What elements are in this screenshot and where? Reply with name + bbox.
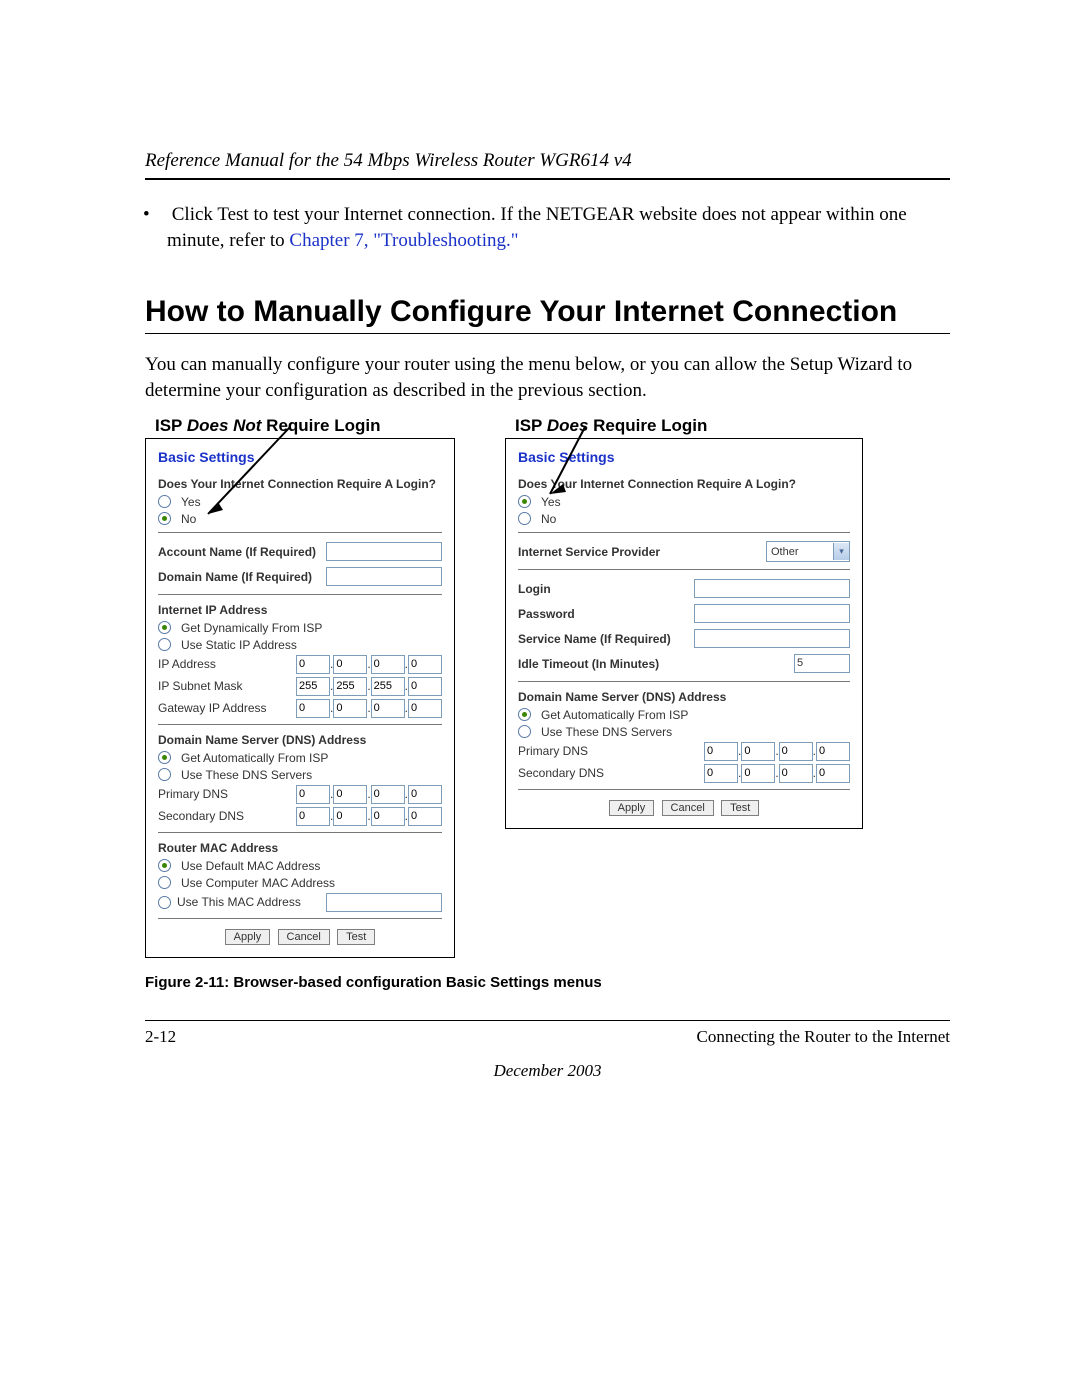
radio-yes[interactable] xyxy=(158,495,171,508)
chevron-down-icon: ▾ xyxy=(833,543,849,560)
radio-no-right-label: No xyxy=(537,512,850,526)
primary-dns-right-field[interactable]: 0.0.0.0 xyxy=(704,742,850,761)
secondary-dns-left-field[interactable]: 0.0.0.0 xyxy=(296,807,442,826)
radio-auto-dns-right-label: Get Automatically From ISP xyxy=(537,708,850,722)
gateway-label: Gateway IP Address xyxy=(158,701,296,715)
mac-address-input[interactable] xyxy=(326,893,442,912)
radio-mac-computer[interactable] xyxy=(158,876,171,889)
radio-auto-dns-left[interactable] xyxy=(158,751,171,764)
radio-yes-right-label: Yes xyxy=(537,495,850,509)
primary-dns-right-label: Primary DNS xyxy=(518,744,704,758)
domain-name-input[interactable] xyxy=(326,567,442,586)
isp-select[interactable]: Other▾ xyxy=(766,541,850,562)
radio-auto-dns-right[interactable] xyxy=(518,708,531,721)
test-button-left[interactable]: Test xyxy=(337,929,375,945)
gateway-field[interactable]: 0.0.0.0 xyxy=(296,699,442,718)
radio-no-label: No xyxy=(177,512,442,526)
radio-use-dns-right-label: Use These DNS Servers xyxy=(537,725,850,739)
section-rule xyxy=(145,333,950,334)
footer-date: December 2003 xyxy=(145,1061,950,1081)
radio-static-ip[interactable] xyxy=(158,638,171,651)
secondary-dns-right-field[interactable]: 0.0.0.0 xyxy=(704,764,850,783)
apply-button-right[interactable]: Apply xyxy=(609,800,655,816)
radio-use-dns-left[interactable] xyxy=(158,768,171,781)
secondary-dns-right-label: Secondary DNS xyxy=(518,766,704,780)
radio-yes-right[interactable] xyxy=(518,495,531,508)
idle-label: Idle Timeout (In Minutes) xyxy=(518,657,794,671)
radio-use-dns-left-label: Use These DNS Servers xyxy=(177,768,442,782)
panel-no-login: Basic Settings Does Your Internet Connec… xyxy=(145,438,455,958)
password-label: Password xyxy=(518,607,694,621)
intro-paragraph: You can manually configure your router u… xyxy=(145,352,950,403)
account-name-input[interactable] xyxy=(326,542,442,561)
apply-button-left[interactable]: Apply xyxy=(225,929,271,945)
isp-label: Internet Service Provider xyxy=(518,545,766,559)
section-heading: How to Manually Configure Your Internet … xyxy=(145,295,950,329)
right-column-label: ISP Does Require Login xyxy=(515,416,875,436)
radio-no-right[interactable] xyxy=(518,512,531,525)
radio-dyn-isp-label: Get Dynamically From ISP xyxy=(177,621,442,635)
panel-with-login: Basic Settings Does Your Internet Connec… xyxy=(505,438,863,829)
dns-heading-right: Domain Name Server (DNS) Address xyxy=(518,690,850,704)
left-column-label: ISP Does Not Require Login xyxy=(155,416,465,436)
radio-mac-default-label: Use Default MAC Address xyxy=(177,859,442,873)
domain-name-label: Domain Name (If Required) xyxy=(158,570,326,584)
mac-heading: Router MAC Address xyxy=(158,841,442,855)
account-name-label: Account Name (If Required) xyxy=(158,545,326,559)
radio-mac-this-label: Use This MAC Address xyxy=(171,895,326,909)
bullet-text-pre: Click Test to test your Internet connect… xyxy=(167,204,907,251)
subnet-field[interactable]: 255.255.255.0 xyxy=(296,677,442,696)
cross-reference-link[interactable]: Chapter 7, "Troubleshooting." xyxy=(289,230,518,251)
login-question-right: Does Your Internet Connection Require A … xyxy=(518,477,850,491)
radio-use-dns-right[interactable] xyxy=(518,725,531,738)
radio-mac-computer-label: Use Computer MAC Address xyxy=(177,876,442,890)
ip-heading: Internet IP Address xyxy=(158,603,442,617)
page-number: 2-12 xyxy=(145,1027,176,1047)
footer-rule xyxy=(145,1020,950,1021)
primary-dns-left-label: Primary DNS xyxy=(158,787,296,801)
radio-no[interactable] xyxy=(158,512,171,525)
test-button-right[interactable]: Test xyxy=(721,800,759,816)
radio-dyn-isp[interactable] xyxy=(158,621,171,634)
panel-title-right: Basic Settings xyxy=(518,449,850,465)
service-input[interactable] xyxy=(694,629,850,648)
running-header: Reference Manual for the 54 Mbps Wireles… xyxy=(145,150,950,172)
idle-input[interactable]: 5 xyxy=(794,654,850,673)
login-label: Login xyxy=(518,582,694,596)
radio-mac-default[interactable] xyxy=(158,859,171,872)
cancel-button-right[interactable]: Cancel xyxy=(662,800,714,816)
login-question: Does Your Internet Connection Require A … xyxy=(158,477,442,491)
bullet-item: • Click Test to test your Internet conne… xyxy=(145,202,950,253)
subnet-label: IP Subnet Mask xyxy=(158,679,296,693)
bullet-dot-icon: • xyxy=(155,202,167,228)
header-rule xyxy=(145,178,950,180)
radio-static-ip-label: Use Static IP Address xyxy=(177,638,442,652)
password-input[interactable] xyxy=(694,604,850,623)
radio-auto-dns-left-label: Get Automatically From ISP xyxy=(177,751,442,765)
radio-yes-label: Yes xyxy=(177,495,442,509)
service-label: Service Name (If Required) xyxy=(518,632,694,646)
primary-dns-left-field[interactable]: 0.0.0.0 xyxy=(296,785,442,804)
ip-address-field[interactable]: 0.0.0.0 xyxy=(296,655,442,674)
secondary-dns-left-label: Secondary DNS xyxy=(158,809,296,823)
dns-heading-left: Domain Name Server (DNS) Address xyxy=(158,733,442,747)
login-input[interactable] xyxy=(694,579,850,598)
radio-mac-this[interactable] xyxy=(158,896,171,909)
ip-address-label: IP Address xyxy=(158,657,296,671)
panel-title: Basic Settings xyxy=(158,449,442,465)
cancel-button-left[interactable]: Cancel xyxy=(278,929,330,945)
chapter-title: Connecting the Router to the Internet xyxy=(696,1027,950,1047)
figure-caption: Figure 2-11: Browser-based configuration… xyxy=(145,974,950,991)
